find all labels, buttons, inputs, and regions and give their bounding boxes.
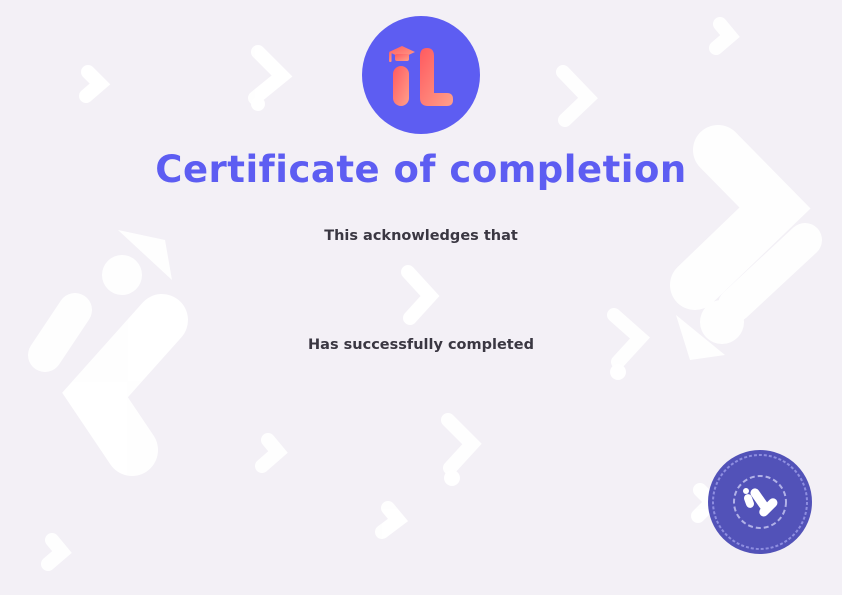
brand-logo (362, 16, 480, 134)
completion-text: Has successfully completed (308, 337, 534, 353)
watermark-dot (444, 470, 460, 486)
watermark-dot (102, 255, 142, 295)
watermark-chevron-left-icon (28, 293, 188, 476)
acknowledgement-text: This acknowledges that (324, 228, 518, 244)
watermark-dot (251, 97, 265, 111)
logo-letter-i (393, 66, 409, 106)
certificate-page: Certificate of completion This acknowled… (0, 0, 842, 595)
watermark-dot (610, 364, 626, 380)
certificate-title: Certificate of completion (155, 148, 687, 191)
brand-seal-icon (708, 450, 812, 554)
